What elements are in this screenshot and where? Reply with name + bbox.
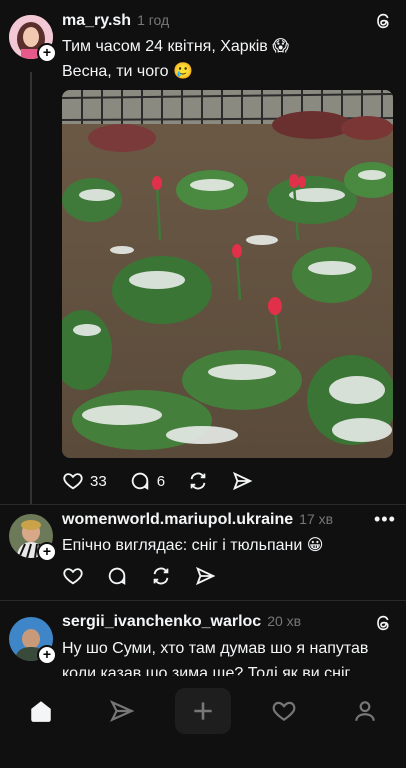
nav-home[interactable]: [13, 688, 69, 734]
repost-icon: [153, 567, 169, 585]
username[interactable]: womenworld.mariupol.ukraine: [62, 511, 293, 528]
post-header: ma_ry.sh 1 год: [62, 12, 169, 30]
comment-count: 6: [156, 472, 166, 490]
share-icon: [233, 471, 253, 491]
plus-icon: [194, 702, 212, 720]
post-text-line: Епічно виглядає: сніг і тюльпани 😀: [62, 537, 324, 554]
post-actions: [62, 565, 238, 587]
like-button[interactable]: [62, 565, 84, 587]
divider: [0, 504, 406, 505]
share-icon: [196, 566, 216, 586]
username[interactable]: ma_ry.sh: [62, 12, 131, 29]
nav-send[interactable]: [94, 688, 150, 734]
divider: [0, 600, 406, 601]
post-text-line: Тим часом 24 квітня, Харків 😱: [62, 38, 289, 55]
follow-plus-button[interactable]: +: [37, 645, 57, 665]
like-button[interactable]: 33: [62, 470, 107, 492]
comment-button[interactable]: 6: [129, 470, 165, 492]
comment-button[interactable]: [106, 565, 128, 587]
home-icon: [30, 701, 51, 722]
username[interactable]: sergii_ivanchenko_warloc: [62, 613, 261, 630]
comment-icon: [108, 567, 126, 585]
share-button[interactable]: [231, 470, 253, 492]
profile-icon: [355, 701, 376, 721]
repost-button[interactable]: [187, 470, 209, 492]
repost-button[interactable]: [150, 565, 172, 587]
thread-line: [30, 72, 32, 504]
more-icon[interactable]: •••: [374, 509, 396, 530]
post-text: Епічно виглядає: сніг і тюльпани 😀: [62, 533, 392, 558]
post-header: womenworld.mariupol.ukraine 17 хв: [62, 511, 333, 529]
post-photo[interactable]: [62, 90, 393, 458]
share-button[interactable]: [194, 565, 216, 587]
repost-icon: [190, 472, 206, 490]
follow-plus-button[interactable]: +: [37, 43, 57, 63]
heart-icon: [63, 473, 83, 490]
post-text-line: Весна, ти чого 🥲: [62, 63, 193, 80]
timestamp: 1 год: [137, 12, 170, 28]
nav-profile[interactable]: [337, 688, 393, 734]
like-count: 33: [90, 472, 107, 490]
post-header: sergii_ivanchenko_warloc 20 хв: [62, 613, 301, 631]
follow-plus-button[interactable]: +: [37, 542, 57, 562]
threads-logo-icon[interactable]: [375, 614, 393, 637]
nav-create[interactable]: [174, 688, 231, 734]
post-text-line: Ну шо Суми, хто там думав шо я напутав: [62, 640, 369, 657]
bottom-nav: [0, 676, 406, 746]
timestamp: 17 хв: [299, 511, 334, 527]
comment-icon: [131, 472, 148, 490]
post-text: Тим часом 24 квітня, Харків 😱 Весна, ти …: [62, 34, 392, 84]
heart-icon: [272, 701, 296, 721]
timestamp: 20 хв: [267, 613, 302, 629]
send-icon: [109, 700, 135, 722]
nav-activity[interactable]: [256, 688, 312, 734]
post-actions: 33 6: [62, 470, 275, 492]
heart-icon: [63, 568, 83, 585]
threads-logo-icon[interactable]: [375, 12, 393, 35]
